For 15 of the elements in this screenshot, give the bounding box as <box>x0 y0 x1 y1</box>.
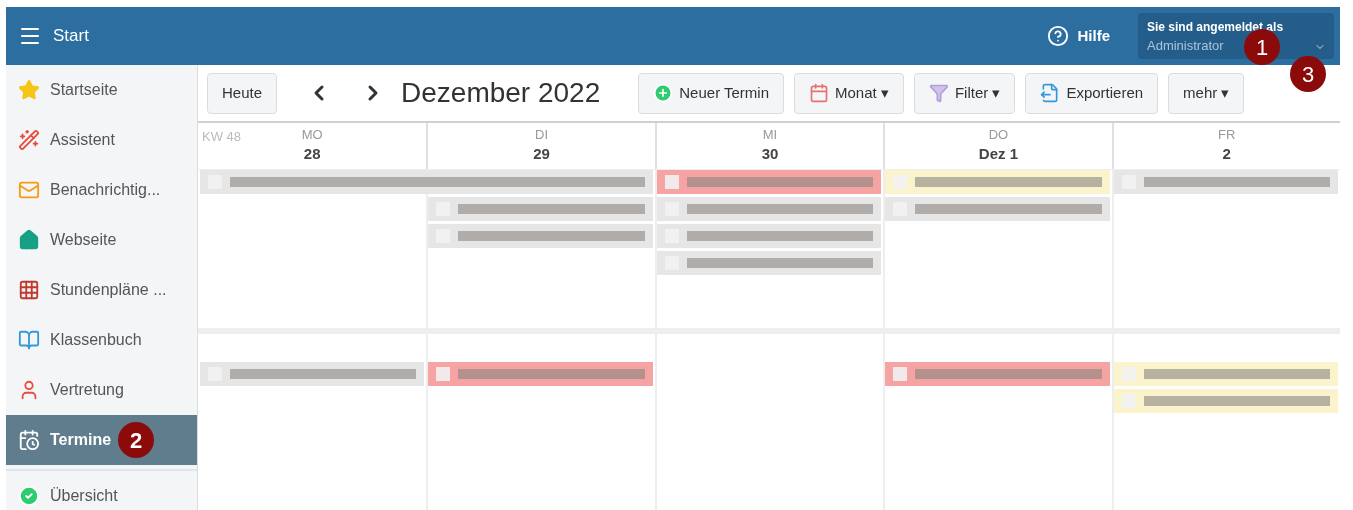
step-marker-overlay: 2 <box>118 422 154 458</box>
date-label: 28 <box>303 144 321 164</box>
date-label: 30 <box>761 144 779 164</box>
week-number: KW 48 <box>202 128 241 146</box>
weekday-label: DI <box>535 127 549 143</box>
date-label: Dez 1 <box>978 144 1018 164</box>
step-marker-overlay: 3 <box>1290 56 1326 92</box>
weekday-label: DO <box>988 127 1009 143</box>
weekday-label: FR <box>1218 127 1236 143</box>
date-label: 29 <box>533 144 550 164</box>
app-title: Start <box>53 25 89 48</box>
weekday-label: MO <box>301 127 323 143</box>
month-title: Dezember 2022 <box>401 76 601 110</box>
date-label: 2 <box>1222 144 1231 164</box>
weekday-label: MI <box>762 127 778 143</box>
